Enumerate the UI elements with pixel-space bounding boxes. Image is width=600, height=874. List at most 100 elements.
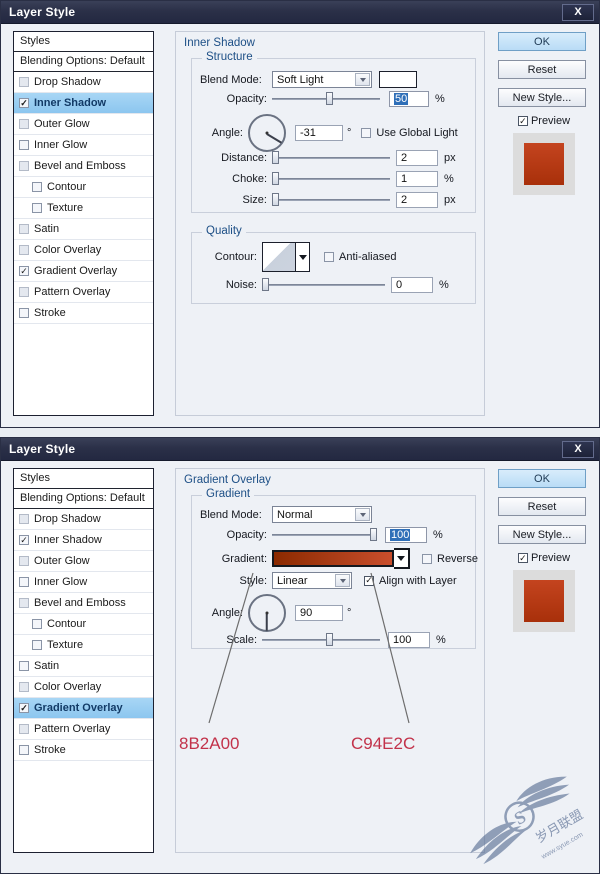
choke-input[interactable]: 1 (396, 171, 438, 187)
reverse-checkbox[interactable] (422, 553, 432, 564)
slider-thumb[interactable] (272, 172, 279, 185)
sidebar-item-gradient-overlay[interactable]: Gradient Overlay (14, 698, 153, 719)
noise-slider[interactable] (262, 278, 385, 292)
contour-preview[interactable] (262, 242, 296, 272)
opacity-input[interactable]: 50 (389, 91, 429, 107)
checkbox-icon[interactable] (32, 203, 42, 213)
shadow-color-swatch[interactable] (379, 71, 417, 88)
checkbox-icon[interactable] (19, 308, 29, 318)
sidebar-item-satin[interactable]: Satin (14, 656, 153, 677)
noise-input[interactable]: 0 (391, 277, 433, 293)
chevron-down-icon[interactable] (355, 73, 370, 86)
chevron-down-icon[interactable] (355, 508, 370, 521)
slider-thumb[interactable] (326, 92, 333, 105)
checkbox-icon[interactable] (32, 619, 42, 629)
sidebar-item-inner-glow[interactable]: Inner Glow (14, 135, 153, 156)
slider-thumb[interactable] (262, 278, 269, 291)
checkbox-icon[interactable] (19, 161, 29, 171)
slider-thumb[interactable] (325, 633, 333, 646)
sidebar-item-contour[interactable]: Contour (14, 177, 153, 198)
sidebar-item-inner-shadow[interactable]: Inner Shadow (14, 530, 153, 551)
checkbox-icon[interactable] (19, 287, 29, 297)
angle-dial[interactable] (248, 594, 286, 632)
sidebar-item-inner-glow[interactable]: Inner Glow (14, 572, 153, 593)
anti-aliased-checkbox[interactable] (324, 252, 334, 262)
sidebar-item-bevel-and-emboss[interactable]: Bevel and Emboss (14, 593, 153, 614)
sidebar-item-drop-shadow[interactable]: Drop Shadow (14, 509, 153, 530)
sidebar-item-color-overlay[interactable]: Color Overlay (14, 677, 153, 698)
blending-options-item[interactable]: Blending Options: Default (14, 52, 153, 72)
sidebar-item-gradient-overlay[interactable]: Gradient Overlay (14, 261, 153, 282)
slider-thumb[interactable] (272, 151, 279, 164)
use-global-light-checkbox[interactable] (361, 128, 372, 138)
preview-toggle[interactable]: Preview (498, 115, 590, 127)
angle-dial[interactable] (248, 114, 286, 152)
size-input[interactable]: 2 (396, 192, 438, 208)
checkbox-icon[interactable] (32, 640, 42, 650)
checkbox-icon[interactable] (517, 553, 528, 563)
checkbox-icon[interactable] (517, 116, 528, 126)
close-icon[interactable]: X (562, 4, 594, 21)
checkbox-icon[interactable] (19, 745, 29, 755)
sidebar-item-contour[interactable]: Contour (14, 614, 153, 635)
checkbox-icon[interactable] (19, 724, 29, 734)
checkbox-icon[interactable] (19, 77, 29, 87)
checkbox-icon[interactable] (19, 556, 29, 566)
checkbox-icon[interactable] (19, 577, 29, 587)
angle-input[interactable]: 90 (295, 605, 343, 621)
reset-button[interactable]: Reset (498, 60, 586, 79)
sidebar-item-bevel-and-emboss[interactable]: Bevel and Emboss (14, 156, 153, 177)
checkbox-icon[interactable] (19, 514, 29, 524)
checkbox-icon[interactable] (19, 245, 29, 255)
align-with-layer-checkbox[interactable] (364, 575, 374, 586)
sidebar-item-satin[interactable]: Satin (14, 219, 153, 240)
checkbox-icon[interactable] (19, 661, 29, 671)
sidebar-item-texture[interactable]: Texture (14, 198, 153, 219)
slider-thumb[interactable] (370, 528, 377, 541)
sidebar-item-stroke[interactable]: Stroke (14, 740, 153, 761)
checkbox-icon[interactable] (19, 682, 29, 692)
size-slider[interactable] (272, 193, 390, 207)
checkbox-icon[interactable] (19, 224, 29, 234)
reset-button[interactable]: Reset (498, 497, 586, 516)
opacity-slider[interactable] (272, 528, 377, 542)
sidebar-item-outer-glow[interactable]: Outer Glow (14, 114, 153, 135)
checkbox-icon[interactable] (19, 535, 29, 545)
distance-input[interactable]: 2 (396, 150, 438, 166)
checkbox-icon[interactable] (32, 182, 42, 192)
checkbox-icon[interactable] (19, 119, 29, 129)
ok-button[interactable]: OK (498, 469, 586, 488)
choke-slider[interactable] (272, 172, 390, 186)
gradient-dropdown-icon[interactable] (394, 548, 410, 569)
close-icon[interactable]: X (562, 441, 594, 458)
contour-dropdown-icon[interactable] (296, 242, 310, 272)
chevron-down-icon[interactable] (335, 574, 350, 587)
scale-input[interactable]: 100 (388, 632, 430, 648)
scale-slider[interactable] (262, 633, 380, 647)
ok-button[interactable]: OK (498, 32, 586, 51)
new-style-button[interactable]: New Style... (498, 88, 586, 107)
blend-mode-select[interactable]: Normal (272, 506, 372, 523)
opacity-input[interactable]: 100 (385, 527, 427, 543)
opacity-slider[interactable] (272, 92, 380, 106)
gradient-swatch[interactable] (272, 550, 394, 567)
sidebar-item-inner-shadow[interactable]: Inner Shadow (14, 93, 153, 114)
sidebar-item-color-overlay[interactable]: Color Overlay (14, 240, 153, 261)
checkbox-icon[interactable] (19, 266, 29, 276)
preview-toggle[interactable]: Preview (498, 552, 590, 564)
checkbox-icon[interactable] (19, 98, 29, 108)
checkbox-icon[interactable] (19, 598, 29, 608)
new-style-button[interactable]: New Style... (498, 525, 586, 544)
sidebar-item-stroke[interactable]: Stroke (14, 303, 153, 324)
checkbox-icon[interactable] (19, 140, 29, 150)
blending-options-item[interactable]: Blending Options: Default (14, 489, 153, 509)
sidebar-item-outer-glow[interactable]: Outer Glow (14, 551, 153, 572)
sidebar-item-pattern-overlay[interactable]: Pattern Overlay (14, 282, 153, 303)
angle-input[interactable]: -31 (295, 125, 343, 141)
slider-thumb[interactable] (272, 193, 279, 206)
sidebar-item-texture[interactable]: Texture (14, 635, 153, 656)
sidebar-item-pattern-overlay[interactable]: Pattern Overlay (14, 719, 153, 740)
sidebar-item-drop-shadow[interactable]: Drop Shadow (14, 72, 153, 93)
blend-mode-select[interactable]: Soft Light (272, 71, 372, 88)
checkbox-icon[interactable] (19, 703, 29, 713)
